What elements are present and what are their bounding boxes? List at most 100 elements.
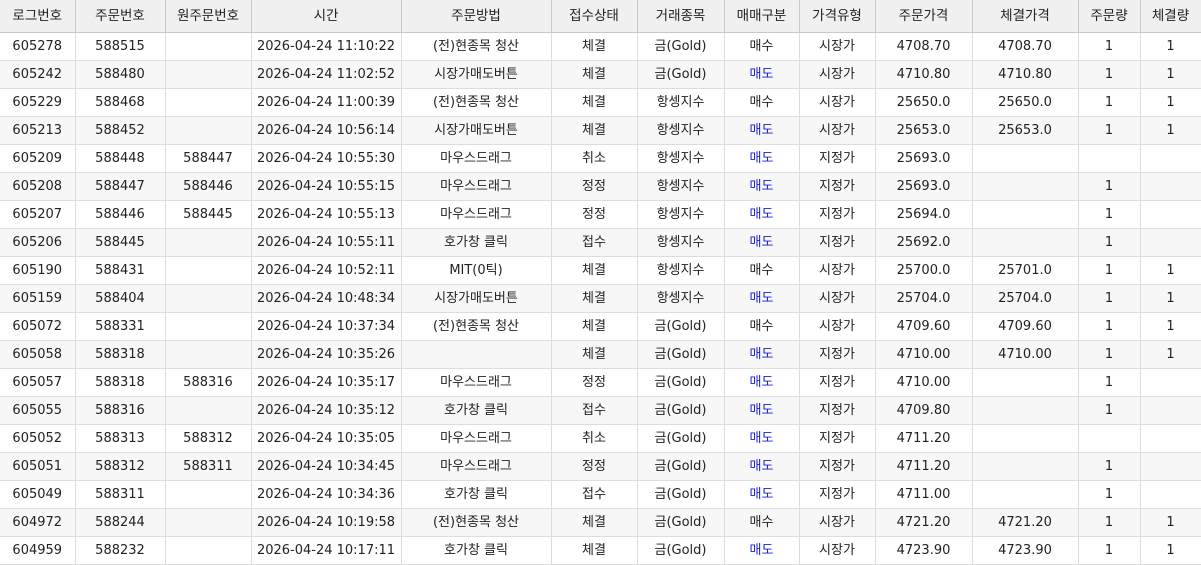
cell-log-no: 605207: [0, 200, 76, 229]
column-header-order-qty[interactable]: 주문량: [1078, 0, 1141, 33]
table-row[interactable]: 605057 588318 588316 2026-04-24 10:35:17 마우스…: [0, 368, 1201, 397]
cell-order-price: 4710.80: [875, 60, 973, 89]
column-header-accept-status[interactable]: 접수상태: [551, 0, 638, 33]
cell-log-no: 605052: [0, 424, 76, 453]
cell-orig-order-no: [165, 256, 252, 285]
cell-fill-qty: 1: [1140, 508, 1201, 537]
column-header-price-type[interactable]: 가격유형: [799, 0, 876, 33]
cell-instrument: 금(Gold): [637, 340, 725, 369]
cell-time: 2026-04-24 10:19:58: [251, 508, 402, 537]
cell-price-type: 시장가: [799, 116, 876, 145]
cell-instrument: 항셍지수: [637, 116, 725, 145]
cell-order-method: 마우스드래그: [401, 144, 552, 173]
table-row[interactable]: 604959 588232 2026-04-24 10:17:11 호가창 클릭 체결 금…: [0, 536, 1201, 565]
cell-time: 2026-04-24 10:35:26: [251, 340, 402, 369]
table-row[interactable]: 605206 588445 2026-04-24 10:55:11 호가창 클릭 접수 항…: [0, 228, 1201, 257]
table-row[interactable]: 605051 588312 588311 2026-04-24 10:34:45 마우스…: [0, 452, 1201, 481]
table-row[interactable]: 605058 588318 2026-04-24 10:35:26 체결 금(Gold)…: [0, 340, 1201, 369]
cell-order-qty: 1: [1078, 60, 1141, 89]
cell-order-price: 4723.90: [875, 536, 973, 565]
cell-side: 매도: [724, 60, 800, 89]
table-row[interactable]: 605208 588447 588446 2026-04-24 10:55:15 마우스…: [0, 172, 1201, 201]
cell-instrument: 금(Gold): [637, 452, 725, 481]
cell-price-type: 지정가: [799, 172, 876, 201]
table-row[interactable]: 605049 588311 2026-04-24 10:34:36 호가창 클릭 접수 금…: [0, 480, 1201, 509]
column-header-order-price[interactable]: 주문가격: [875, 0, 973, 33]
cell-time: 2026-04-24 10:37:34: [251, 312, 402, 341]
column-header-time[interactable]: 시간: [251, 0, 402, 33]
table-row[interactable]: 605209 588448 588447 2026-04-24 10:55:30 마우스…: [0, 144, 1201, 173]
cell-order-qty: 1: [1078, 116, 1141, 145]
table-row[interactable]: 605213 588452 2026-04-24 10:56:14 시장가매도버튼 체결…: [0, 116, 1201, 145]
cell-fill-price: 4721.20: [972, 508, 1079, 537]
cell-log-no: 605051: [0, 452, 76, 481]
cell-price-type: 지정가: [799, 200, 876, 229]
cell-side: 매수: [724, 508, 800, 537]
table-row[interactable]: 605278 588515 2026-04-24 11:10:22 (전)현종목 청산…: [0, 32, 1201, 61]
cell-accept-status: 접수: [551, 480, 638, 509]
cell-fill-price: 4708.70: [972, 32, 1079, 61]
cell-time: 2026-04-24 11:00:39: [251, 88, 402, 117]
table-row[interactable]: 605190 588431 2026-04-24 10:52:11 MIT(0틱) 체결…: [0, 256, 1201, 285]
cell-price-type: 지정가: [799, 480, 876, 509]
cell-order-qty: 1: [1078, 340, 1141, 369]
cell-instrument: 금(Gold): [637, 396, 725, 425]
cell-orig-order-no: 588311: [165, 452, 252, 481]
column-header-log-no[interactable]: 로그번호: [0, 0, 76, 33]
cell-fill-qty: [1140, 368, 1201, 397]
cell-accept-status: 정정: [551, 452, 638, 481]
cell-log-no: 604972: [0, 508, 76, 537]
cell-order-no: 588318: [75, 340, 166, 369]
cell-accept-status: 정정: [551, 200, 638, 229]
cell-instrument: 금(Gold): [637, 312, 725, 341]
table-row[interactable]: 605242 588480 2026-04-24 11:02:52 시장가매도버튼 체결…: [0, 60, 1201, 89]
column-header-order-method[interactable]: 주문방법: [401, 0, 552, 33]
table-row[interactable]: 605055 588316 2026-04-24 10:35:12 호가창 클릭 접수 금…: [0, 396, 1201, 425]
cell-log-no: 605209: [0, 144, 76, 173]
table-row[interactable]: 605072 588331 2026-04-24 10:37:34 (전)현종목 청산…: [0, 312, 1201, 341]
cell-time: 2026-04-24 10:55:13: [251, 200, 402, 229]
column-header-instrument[interactable]: 거래종목: [637, 0, 725, 33]
cell-orig-order-no: 588446: [165, 172, 252, 201]
cell-fill-price: 25650.0: [972, 88, 1079, 117]
table-row[interactable]: 605159 588404 2026-04-24 10:48:34 시장가매도버튼 체결…: [0, 284, 1201, 313]
cell-fill-qty: [1140, 452, 1201, 481]
cell-log-no: 605055: [0, 396, 76, 425]
table-row[interactable]: 604972 588244 2026-04-24 10:19:58 (전)현종목 청산…: [0, 508, 1201, 537]
cell-order-qty: 1: [1078, 228, 1141, 257]
cell-side: 매수: [724, 88, 800, 117]
column-header-orig-order-no[interactable]: 원주문번호: [165, 0, 252, 33]
column-header-fill-price[interactable]: 체결가격: [972, 0, 1079, 33]
cell-order-qty: 1: [1078, 480, 1141, 509]
cell-time: 2026-04-24 10:35:12: [251, 396, 402, 425]
cell-fill-price: [972, 144, 1079, 173]
cell-order-qty: 1: [1078, 536, 1141, 565]
column-header-fill-qty[interactable]: 체결량: [1140, 0, 1201, 33]
cell-accept-status: 정정: [551, 368, 638, 397]
table-row[interactable]: 605207 588446 588445 2026-04-24 10:55:13 마우스…: [0, 200, 1201, 229]
cell-order-method: [401, 340, 552, 369]
column-header-side[interactable]: 매매구분: [724, 0, 800, 33]
cell-order-method: 호가창 클릭: [401, 536, 552, 565]
cell-side: 매도: [724, 172, 800, 201]
cell-fill-qty: [1140, 396, 1201, 425]
cell-order-method: (전)현종목 청산: [401, 508, 552, 537]
cell-instrument: 금(Gold): [637, 480, 725, 509]
table-row[interactable]: 605052 588313 588312 2026-04-24 10:35:05 마우스…: [0, 424, 1201, 453]
column-header-order-no[interactable]: 주문번호: [75, 0, 166, 33]
cell-order-no: 588404: [75, 284, 166, 313]
cell-fill-price: 25701.0: [972, 256, 1079, 285]
cell-order-price: 4721.20: [875, 508, 973, 537]
cell-order-qty: 1: [1078, 172, 1141, 201]
cell-order-qty: 1: [1078, 284, 1141, 313]
cell-accept-status: 체결: [551, 340, 638, 369]
cell-orig-order-no: [165, 284, 252, 313]
table-row[interactable]: 605229 588468 2026-04-24 11:00:39 (전)현종목 청산…: [0, 88, 1201, 117]
cell-accept-status: 체결: [551, 32, 638, 61]
cell-price-type: 지정가: [799, 340, 876, 369]
cell-order-method: 호가창 클릭: [401, 396, 552, 425]
cell-log-no: 605190: [0, 256, 76, 285]
cell-order-no: 588312: [75, 452, 166, 481]
cell-fill-qty: 1: [1140, 536, 1201, 565]
cell-order-price: 4709.80: [875, 396, 973, 425]
